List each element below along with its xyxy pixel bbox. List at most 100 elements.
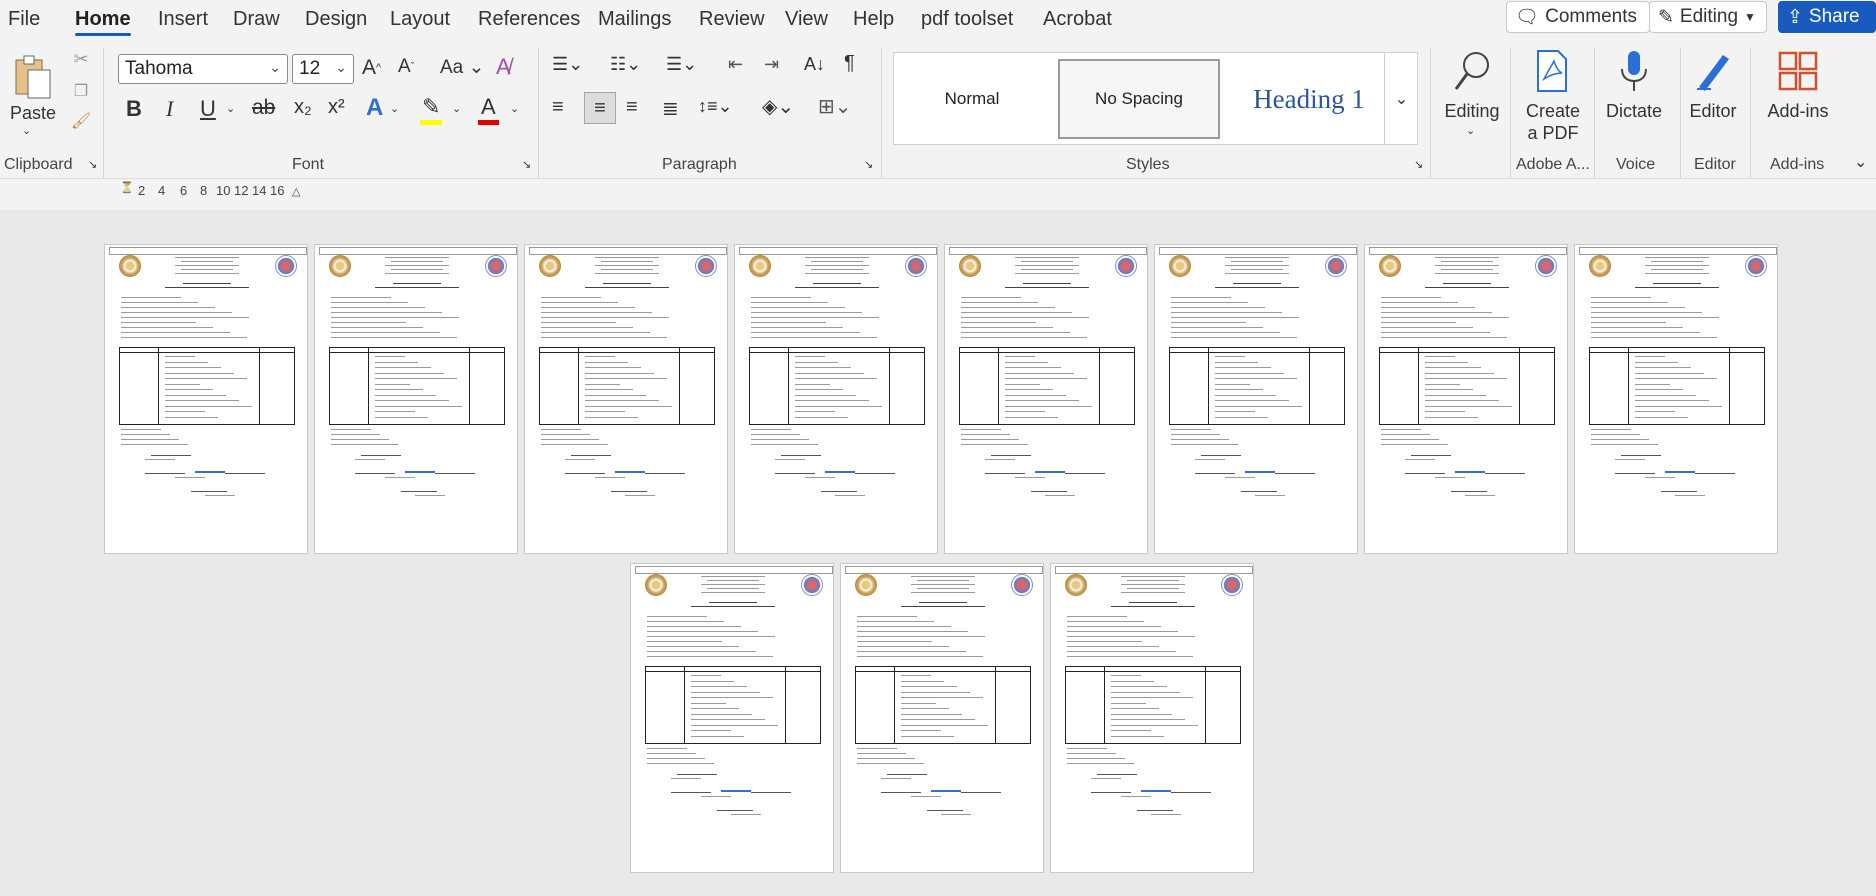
font-launcher-icon[interactable]: ↘ — [522, 158, 531, 171]
decrease-indent-icon[interactable]: ⇤ — [728, 54, 743, 75]
sort-icon[interactable]: A↓ — [804, 54, 825, 75]
minutes-table — [855, 666, 1031, 744]
show-paragraph-marks-icon[interactable]: ¶ — [844, 52, 855, 75]
text-line — [1591, 322, 1666, 323]
numbering-icon[interactable]: ☷⌄ — [610, 54, 641, 75]
document-page[interactable] — [314, 244, 518, 554]
menu-help[interactable]: Help — [853, 8, 894, 31]
menu-review[interactable]: Review — [699, 8, 765, 31]
menu-file[interactable]: File — [8, 8, 40, 31]
document-page[interactable] — [524, 244, 728, 554]
create-pdf-icon[interactable] — [1532, 46, 1572, 96]
change-case-icon[interactable]: Aa ⌄ — [440, 56, 484, 79]
menu-acrobat[interactable]: Acrobat — [1043, 8, 1112, 31]
strikethrough-button[interactable]: ab — [252, 96, 275, 120]
align-left-icon[interactable]: ≡ — [552, 96, 564, 119]
styles-more-icon[interactable]: ⌄ — [1384, 53, 1418, 144]
addins-button[interactable]: Add-ins — [1760, 100, 1836, 122]
addins-icon[interactable] — [1776, 48, 1820, 94]
menu-references[interactable]: References — [478, 8, 580, 31]
share-button[interactable]: ⇪ Share — [1778, 1, 1876, 33]
font-size-combo[interactable]: 12 ⌄ — [292, 54, 354, 84]
text-effects-icon[interactable]: A — [366, 94, 383, 122]
text-line — [857, 646, 949, 647]
styles-launcher-icon[interactable]: ↘ — [1414, 158, 1423, 171]
menu-layout[interactable]: Layout — [390, 8, 450, 31]
paragraph-launcher-icon[interactable]: ↘ — [864, 158, 873, 171]
chevron-down-icon[interactable]: ⌄ — [1466, 124, 1475, 137]
menu-draw[interactable]: Draw — [233, 8, 280, 31]
text-line — [331, 297, 391, 298]
text-line — [375, 367, 432, 368]
font-name-combo[interactable]: Tahoma ⌄ — [118, 54, 288, 84]
menu-mailings[interactable]: Mailings — [598, 8, 671, 31]
increase-indent-icon[interactable]: ⇥ — [764, 54, 779, 75]
align-right-icon[interactable]: ≡ — [626, 96, 638, 119]
style-no-spacing[interactable]: No Spacing — [1058, 59, 1220, 139]
line-spacing-icon[interactable]: ↕≡⌄ — [698, 96, 733, 117]
text-line — [585, 383, 621, 385]
font-color-icon[interactable]: A — [478, 94, 499, 125]
subscript-button[interactable]: x₂ — [294, 96, 312, 119]
menu-design[interactable]: Design — [305, 8, 367, 31]
justify-icon[interactable]: ≣ — [662, 96, 679, 121]
style-heading-1[interactable]: Heading 1 — [1234, 59, 1384, 139]
highlight-color-icon[interactable]: ✎ — [420, 94, 443, 125]
menu-insert[interactable]: Insert — [158, 8, 208, 31]
shrink-font-icon[interactable]: Aˇ — [398, 56, 414, 78]
indent-marker-icon[interactable]: ⏳ — [120, 181, 134, 194]
bold-button[interactable]: B — [126, 96, 142, 122]
paste-icon[interactable] — [10, 52, 54, 102]
text-line — [1441, 261, 1493, 262]
chevron-down-icon[interactable]: ⌄ — [390, 102, 399, 115]
right-indent-marker-icon[interactable]: △ — [292, 185, 300, 198]
shading-icon[interactable]: ◈⌄ — [762, 94, 794, 119]
borders-icon[interactable]: ⊞⌄ — [818, 94, 852, 119]
paste-label[interactable]: Paste — [10, 102, 56, 124]
editing-group-button[interactable]: Editing — [1440, 100, 1504, 122]
document-page[interactable] — [1364, 244, 1568, 554]
align-center-icon[interactable]: ≡ — [584, 92, 616, 124]
multilevel-list-icon[interactable]: ☰⌄ — [666, 54, 697, 75]
italic-button[interactable]: I — [166, 96, 173, 122]
chevron-down-icon[interactable]: ⌄ — [226, 102, 235, 115]
document-page[interactable] — [734, 244, 938, 554]
bullets-icon[interactable]: ☰⌄ — [552, 54, 583, 75]
grow-font-icon[interactable]: A ^ — [362, 56, 381, 80]
chevron-down-icon[interactable]: ⌄ — [452, 102, 461, 115]
collapse-ribbon-icon[interactable]: ⌄ — [1854, 152, 1867, 172]
document-page[interactable] — [1154, 244, 1358, 554]
menu-home[interactable]: Home — [75, 8, 131, 31]
chevron-down-icon[interactable]: ⌄ — [510, 102, 519, 115]
document-page[interactable] — [840, 563, 1044, 873]
format-painter-icon[interactable]: 🖌 — [70, 110, 92, 132]
signature-line — [1615, 473, 1655, 474]
clipboard-launcher-icon[interactable]: ↘ — [88, 158, 97, 171]
text-line — [331, 444, 398, 445]
menu-pdf-toolset[interactable]: pdf toolset — [921, 8, 1013, 31]
editor-button[interactable]: Editor — [1684, 100, 1742, 122]
editor-icon[interactable] — [1690, 46, 1736, 96]
text-line — [1381, 302, 1458, 303]
document-page[interactable] — [104, 244, 308, 554]
document-page[interactable] — [944, 244, 1148, 554]
microphone-icon[interactable] — [1614, 46, 1654, 96]
menu-view[interactable]: View — [785, 8, 828, 31]
clear-formatting-icon[interactable]: A̸ — [496, 54, 511, 80]
editing-mode-button[interactable]: ✎ Editing ▼ — [1649, 1, 1767, 33]
paste-dropdown-icon[interactable]: ⌄ — [22, 124, 31, 137]
cut-icon[interactable]: ✂ — [70, 48, 92, 70]
underline-button[interactable]: U — [200, 96, 216, 122]
copy-icon[interactable]: ❐ — [70, 80, 92, 102]
text-line — [751, 444, 818, 445]
signature-line — [1411, 455, 1451, 456]
create-pdf-button[interactable]: Create a PDF — [1518, 100, 1588, 144]
comments-button[interactable]: 🗨 Comments — [1506, 1, 1650, 33]
search-icon[interactable] — [1448, 46, 1496, 96]
superscript-button[interactable]: x² — [328, 96, 345, 119]
style-normal[interactable]: Normal — [902, 59, 1042, 139]
dictate-button[interactable]: Dictate — [1600, 100, 1668, 122]
document-page[interactable] — [1050, 563, 1254, 873]
document-page[interactable] — [1574, 244, 1778, 554]
document-page[interactable] — [630, 563, 834, 873]
